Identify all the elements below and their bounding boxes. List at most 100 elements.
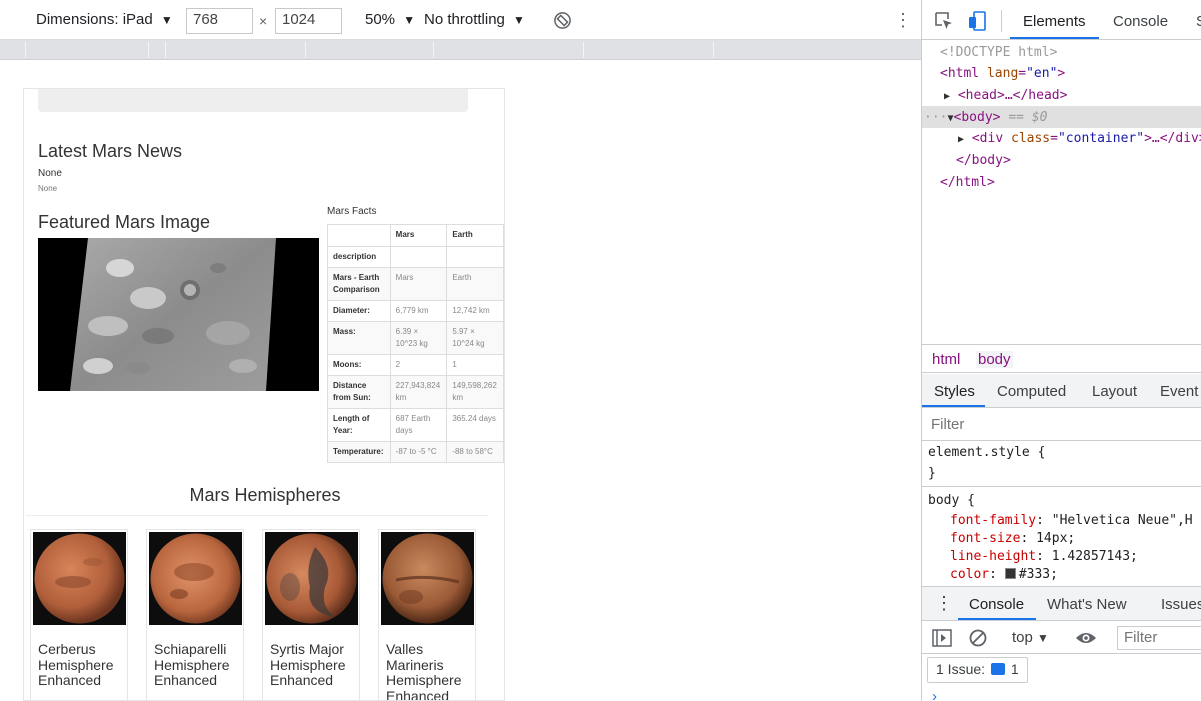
emulated-page[interactable]: Latest Mars News None None Featured Mars…	[23, 88, 505, 701]
table-cell: -88 to 58°C	[446, 441, 504, 463]
table-cell: 6.39 × 10^23 kg	[389, 321, 448, 355]
tab-event-listeners[interactable]: Event	[1160, 383, 1198, 400]
issues-counter-button[interactable]: 1 Issue: 1	[927, 657, 1028, 683]
table-cell: 365.24 days	[446, 408, 504, 442]
zoom-dropdown[interactable]: 50% ▼	[365, 11, 415, 28]
expand-triangle-icon[interactable]: ▶	[958, 134, 964, 145]
devtools-tabbar: Elements Console S	[922, 0, 1201, 40]
message-icon	[990, 663, 1005, 675]
body-rule-selector[interactable]: body {	[928, 492, 975, 510]
featured-image-title: Featured Mars Image	[38, 212, 211, 232]
dom-body-close[interactable]: </body>	[956, 150, 1011, 172]
table-cell: 227,943,824 km	[389, 375, 448, 409]
tab-console[interactable]: Console	[1113, 13, 1168, 30]
hemisphere-card[interactable]: Cerberus Hemisphere Enhanced	[30, 529, 128, 700]
dom-node-html[interactable]: <html lang="en">	[940, 63, 1065, 85]
console-prompt-icon[interactable]: ›	[932, 688, 937, 701]
dom-node-div-container[interactable]: ▶ <div class="container">…</div>	[958, 128, 1201, 151]
drawer-tab-console[interactable]: Console	[969, 596, 1024, 613]
table-row: description	[327, 246, 504, 268]
drawer-tab-issues[interactable]: Issues	[1161, 596, 1201, 613]
tab-styles[interactable]: Styles	[934, 383, 975, 400]
device-height-input[interactable]: 1024	[275, 8, 342, 34]
hemisphere-image[interactable]	[33, 532, 126, 625]
hemisphere-card[interactable]: Valles Marineris Hemisphere Enhanced	[378, 529, 476, 700]
hemisphere-caption[interactable]: Schiaparelli Hemisphere Enhanced	[154, 641, 242, 689]
color-swatch-icon[interactable]	[1004, 568, 1016, 579]
tab-elements[interactable]: Elements	[1023, 13, 1086, 30]
css-property-name[interactable]: font-family	[950, 513, 1036, 528]
styles-pane[interactable]: element.style { } body { font-family: "H…	[922, 441, 1201, 586]
lang-attribute: lang	[986, 66, 1019, 81]
css-declaration[interactable]: line-height: 1.42857143;	[950, 548, 1138, 566]
tab-sources[interactable]: S	[1196, 13, 1201, 30]
media-query-ruler[interactable]	[0, 40, 921, 60]
css-declaration[interactable]: font-size: 14px;	[950, 530, 1075, 548]
css-property-value[interactable]: 1.42857143;	[1052, 549, 1138, 564]
table-row-label: Temperature:	[327, 441, 391, 463]
hemisphere-card[interactable]: Syrtis Major Hemisphere Enhanced	[262, 529, 360, 700]
tab-computed[interactable]: Computed	[997, 383, 1066, 400]
hemisphere-image[interactable]	[381, 532, 474, 625]
inspect-element-icon[interactable]	[934, 11, 954, 31]
rotate-icon[interactable]	[553, 11, 572, 30]
issues-count: 1	[1010, 661, 1019, 677]
active-tab-indicator	[1010, 37, 1099, 39]
css-property-value[interactable]: #333;	[1019, 567, 1058, 582]
css-property-value[interactable]: 14px;	[1036, 531, 1075, 546]
chevron-down-icon: ▼	[513, 13, 525, 27]
dom-node-body[interactable]: ···▼<body> == $0	[924, 107, 1047, 130]
styles-tabbar: Styles Computed Layout Event	[922, 374, 1201, 408]
drawer-tab-whats-new[interactable]: What's New	[1047, 596, 1127, 613]
clear-console-icon[interactable]	[969, 629, 987, 647]
styles-filter-input[interactable]: Filter	[922, 408, 1201, 441]
lang-value: "en"	[1026, 66, 1058, 81]
css-property-value[interactable]: "Helvetica Neue",H	[1052, 513, 1193, 528]
dom-tree[interactable]: <!DOCTYPE html> <html lang="en"> ▶ <head…	[922, 41, 1201, 341]
device-dimensions-dropdown[interactable]: Dimensions: iPad ▼	[36, 11, 173, 28]
css-property-name[interactable]: font-size	[950, 531, 1020, 546]
drawer-menu-icon[interactable]: ⋮	[935, 593, 953, 614]
breadcrumb-html[interactable]: html	[930, 351, 962, 368]
more-options-icon[interactable]: ⋮	[894, 11, 912, 29]
context-selector[interactable]: top ▼	[1012, 629, 1049, 646]
table-cell: 687 Earth days	[389, 408, 448, 442]
device-width-input[interactable]: 768	[186, 8, 253, 34]
dom-doctype[interactable]: <!DOCTYPE html>	[940, 42, 1057, 64]
throttling-dropdown[interactable]: No throttling ▼	[424, 11, 525, 28]
css-declaration[interactable]: color: #333;	[950, 566, 1058, 584]
css-declaration[interactable]: font-family: "Helvetica Neue",H	[950, 512, 1193, 530]
selected-node-marker: == $0	[1008, 110, 1048, 125]
breadcrumb-body[interactable]: body	[976, 351, 1013, 368]
table-row: Temperature: -87 to -5 °C -88 to 58°C	[327, 441, 504, 463]
css-property-name[interactable]: line-height	[950, 549, 1036, 564]
live-expression-eye-icon[interactable]	[1075, 630, 1097, 646]
hemisphere-caption[interactable]: Cerberus Hemisphere Enhanced	[38, 641, 126, 689]
hemisphere-image[interactable]	[265, 532, 358, 625]
dom-html-close[interactable]: </html>	[940, 172, 995, 194]
show-sidebar-icon[interactable]	[932, 629, 952, 647]
dom-node-head[interactable]: ▶ <head>…</head>	[944, 85, 1067, 108]
issues-label: 1 Issue:	[936, 661, 986, 677]
hemisphere-card[interactable]: Schiaparelli Hemisphere Enhanced	[146, 529, 244, 700]
tab-layout[interactable]: Layout	[1092, 383, 1137, 400]
news-headline: None	[38, 168, 62, 179]
table-header-cell: Mars	[389, 224, 448, 247]
node-actions-icon[interactable]: ···	[924, 110, 947, 125]
head-tag: <head>…</head>	[957, 88, 1068, 103]
hemisphere-caption[interactable]: Syrtis Major Hemisphere Enhanced	[270, 641, 358, 689]
element-style-selector[interactable]: element.style {	[928, 444, 1045, 462]
console-filter-input[interactable]: Filter	[1117, 626, 1201, 650]
device-toolbar-toggle-icon[interactable]	[967, 11, 987, 31]
table-row: Distance from Sun: 227,943,824 km 149,59…	[327, 375, 504, 409]
expand-triangle-icon[interactable]: ▶	[944, 91, 950, 102]
featured-mars-image[interactable]	[38, 238, 319, 391]
news-teaser: None	[38, 184, 58, 193]
css-property-name[interactable]: color	[950, 567, 989, 582]
table-row: Length of Year: 687 Earth days 365.24 da…	[327, 408, 504, 442]
throttling-label: No throttling	[424, 11, 505, 28]
device-toolbar: Dimensions: iPad ▼ 768 × 1024 50% ▼ No t…	[0, 0, 921, 40]
hemisphere-caption[interactable]: Valles Marineris Hemisphere Enhanced	[386, 641, 474, 700]
console-drawer: ⋮ Console What's New Issues top ▼ Filter…	[922, 586, 1201, 701]
hemisphere-image[interactable]	[149, 532, 242, 625]
